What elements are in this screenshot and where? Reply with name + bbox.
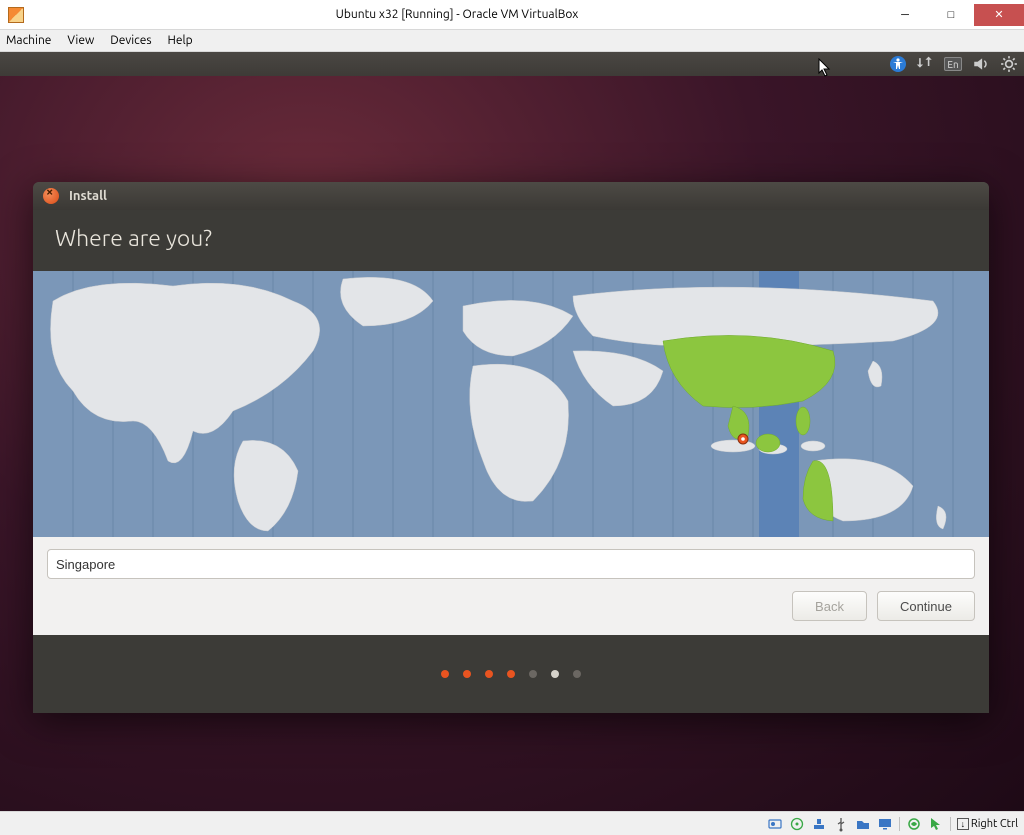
guest-display: En Install Where are you?	[0, 52, 1024, 811]
host-key-label: Right Ctrl	[971, 818, 1018, 830]
progress-dot	[463, 670, 471, 678]
system-gear-icon[interactable]	[1000, 55, 1018, 73]
installer-progress-dots	[33, 635, 989, 713]
ubuntu-installer-window: Install Where are you?	[33, 182, 989, 713]
virtualbox-appicon	[8, 7, 24, 23]
menu-view[interactable]: View	[67, 34, 94, 47]
ubuntu-top-panel: En	[0, 52, 1024, 76]
sb-guest-additions-icon[interactable]	[906, 816, 922, 832]
keyboard-layout-indicator[interactable]: En	[944, 57, 962, 71]
accessibility-icon[interactable]	[890, 56, 906, 72]
progress-dot	[551, 670, 559, 678]
down-arrow-icon: ↓	[957, 818, 969, 830]
host-key-indicator[interactable]: ↓ Right Ctrl	[957, 818, 1018, 830]
installer-window-title: Install	[69, 189, 107, 203]
maximize-button[interactable]: □	[928, 4, 974, 26]
sb-harddisk-icon[interactable]	[767, 816, 783, 832]
sound-icon[interactable]	[972, 55, 990, 73]
host-titlebar: Ubuntu x32 [Running] - Oracle VM Virtual…	[0, 0, 1024, 30]
menu-machine[interactable]: Machine	[6, 34, 51, 47]
back-button[interactable]: Back	[792, 591, 867, 621]
installer-close-button[interactable]	[43, 188, 59, 204]
close-button[interactable]: ✕	[974, 4, 1024, 26]
ubuntu-desktop-wallpaper: En Install Where are you?	[0, 52, 1024, 811]
sb-usb-icon[interactable]	[833, 816, 849, 832]
sb-shared-folders-icon[interactable]	[855, 816, 871, 832]
nav-button-row: Back Continue	[47, 591, 975, 621]
progress-dot	[507, 670, 515, 678]
sb-display-icon[interactable]	[877, 816, 893, 832]
installer-heading-area: Where are you?	[33, 210, 989, 271]
progress-dot	[529, 670, 537, 678]
sb-optical-icon[interactable]	[789, 816, 805, 832]
installer-body: Back Continue	[33, 271, 989, 635]
virtualbox-menubar: Machine View Devices Help	[0, 30, 1024, 52]
network-updown-icon[interactable]	[916, 55, 934, 73]
statusbar-separator	[899, 817, 900, 831]
timezone-map[interactable]	[33, 271, 989, 537]
sb-mouse-integration-icon[interactable]	[928, 816, 944, 832]
minimize-button[interactable]: ─	[882, 4, 928, 26]
statusbar-separator	[950, 817, 951, 831]
progress-dot	[485, 670, 493, 678]
installer-heading: Where are you?	[55, 226, 967, 251]
sb-network-icon[interactable]	[811, 816, 827, 832]
installer-titlebar[interactable]: Install	[33, 182, 989, 210]
continue-button[interactable]: Continue	[877, 591, 975, 621]
menu-help[interactable]: Help	[168, 34, 193, 47]
installer-controls: Back Continue	[33, 537, 989, 635]
timezone-input[interactable]	[47, 549, 975, 579]
host-window-controls: ─ □ ✕	[882, 4, 1024, 26]
menu-devices[interactable]: Devices	[110, 34, 151, 47]
progress-dot	[573, 670, 581, 678]
progress-dot	[441, 670, 449, 678]
host-window-title: Ubuntu x32 [Running] - Oracle VM Virtual…	[32, 8, 882, 21]
virtualbox-statusbar: ↓ Right Ctrl	[0, 811, 1024, 835]
